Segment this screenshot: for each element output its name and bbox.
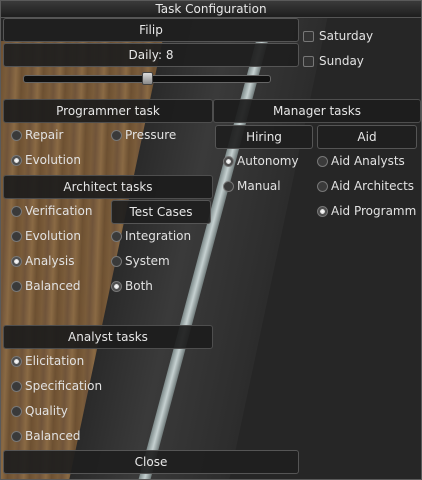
programmer-task-header: Programmer task bbox=[3, 99, 213, 123]
architect-option-evolution[interactable]: Evolution bbox=[11, 227, 81, 245]
architect-option-system[interactable]: System bbox=[111, 252, 170, 270]
aid-option-analysts[interactable]: Aid Analysts bbox=[317, 152, 405, 170]
aid-option-programmers[interactable]: Aid Programm bbox=[317, 202, 416, 220]
option-label: Integration bbox=[125, 229, 192, 243]
architect-option-analysis[interactable]: Analysis bbox=[11, 252, 74, 270]
radio-icon[interactable] bbox=[11, 231, 22, 242]
saturday-option[interactable]: Saturday bbox=[303, 27, 373, 45]
radio-icon[interactable] bbox=[11, 206, 22, 217]
option-label: Pressure bbox=[125, 128, 177, 142]
analyst-option-balanced[interactable]: Balanced bbox=[11, 427, 80, 445]
radio-icon[interactable] bbox=[223, 156, 234, 167]
daily-hours-button[interactable]: Daily: 8 bbox=[3, 43, 299, 67]
daily-hours-slider[interactable] bbox=[23, 72, 271, 85]
analyst-tasks-header: Analyst tasks bbox=[3, 325, 213, 349]
radio-icon[interactable] bbox=[11, 356, 22, 367]
architect-option-both[interactable]: Both bbox=[111, 277, 153, 295]
radio-icon[interactable] bbox=[317, 181, 328, 192]
hiring-option-autonomy[interactable]: Autonomy bbox=[223, 152, 299, 170]
window-title: Task Configuration bbox=[1, 1, 421, 18]
test-cases-button[interactable]: Test Cases bbox=[111, 200, 211, 224]
radio-icon[interactable] bbox=[317, 156, 328, 167]
option-label: Repair bbox=[25, 128, 64, 142]
saturday-checkbox[interactable] bbox=[303, 31, 314, 42]
radio-icon[interactable] bbox=[11, 381, 22, 392]
sunday-option[interactable]: Sunday bbox=[303, 52, 364, 70]
architect-tasks-header: Architect tasks bbox=[3, 175, 213, 199]
radio-icon[interactable] bbox=[11, 431, 22, 442]
radio-icon[interactable] bbox=[317, 206, 328, 217]
radio-icon[interactable] bbox=[11, 130, 22, 141]
task-configuration-window: Task Configuration Filip Daily: 8 Saturd… bbox=[0, 0, 422, 480]
option-label: Quality bbox=[25, 404, 68, 418]
hiring-option-manual[interactable]: Manual bbox=[223, 177, 281, 195]
radio-icon[interactable] bbox=[11, 406, 22, 417]
option-label: Evolution bbox=[25, 153, 81, 167]
analyst-option-quality[interactable]: Quality bbox=[11, 402, 68, 420]
option-label: Autonomy bbox=[237, 154, 299, 168]
tab-aid[interactable]: Aid bbox=[317, 125, 417, 149]
option-label: Manual bbox=[237, 179, 281, 193]
sunday-label: Sunday bbox=[319, 54, 364, 68]
option-label: Verification bbox=[25, 204, 93, 218]
programmer-option-pressure[interactable]: Pressure bbox=[111, 126, 176, 144]
option-label: Balanced bbox=[25, 429, 81, 443]
option-label: Aid Analysts bbox=[331, 154, 405, 168]
radio-icon[interactable] bbox=[111, 130, 122, 141]
radio-icon[interactable] bbox=[111, 281, 122, 292]
analyst-option-elicitation[interactable]: Elicitation bbox=[11, 352, 84, 370]
architect-option-balanced[interactable]: Balanced bbox=[11, 277, 80, 295]
option-label: Specification bbox=[25, 379, 103, 393]
programmer-option-evolution[interactable]: Evolution bbox=[11, 151, 81, 169]
option-label: Both bbox=[125, 279, 153, 293]
architect-option-integration[interactable]: Integration bbox=[111, 227, 191, 245]
slider-thumb[interactable] bbox=[141, 72, 153, 85]
close-button[interactable]: Close bbox=[3, 450, 299, 474]
radio-icon[interactable] bbox=[111, 256, 122, 267]
radio-icon[interactable] bbox=[111, 231, 122, 242]
aid-option-architects[interactable]: Aid Architects bbox=[317, 177, 414, 195]
option-label: Analysis bbox=[25, 254, 75, 268]
employee-name-button[interactable]: Filip bbox=[3, 18, 299, 42]
option-label: Elicitation bbox=[25, 354, 85, 368]
radio-icon[interactable] bbox=[11, 281, 22, 292]
analyst-option-specification[interactable]: Specification bbox=[11, 377, 102, 395]
radio-icon[interactable] bbox=[223, 181, 234, 192]
radio-icon[interactable] bbox=[11, 256, 22, 267]
manager-tasks-header: Manager tasks bbox=[213, 99, 421, 123]
option-label: Aid Architects bbox=[331, 179, 415, 193]
radio-icon[interactable] bbox=[11, 155, 22, 166]
option-label: System bbox=[125, 254, 170, 268]
option-label: Evolution bbox=[25, 229, 81, 243]
sunday-checkbox[interactable] bbox=[303, 56, 314, 67]
option-label: Balanced bbox=[25, 279, 81, 293]
architect-option-verification[interactable]: Verification bbox=[11, 202, 92, 220]
saturday-label: Saturday bbox=[319, 29, 374, 43]
tab-hiring[interactable]: Hiring bbox=[215, 125, 313, 149]
programmer-option-repair[interactable]: Repair bbox=[11, 126, 63, 144]
option-label: Aid Programm bbox=[331, 204, 417, 218]
